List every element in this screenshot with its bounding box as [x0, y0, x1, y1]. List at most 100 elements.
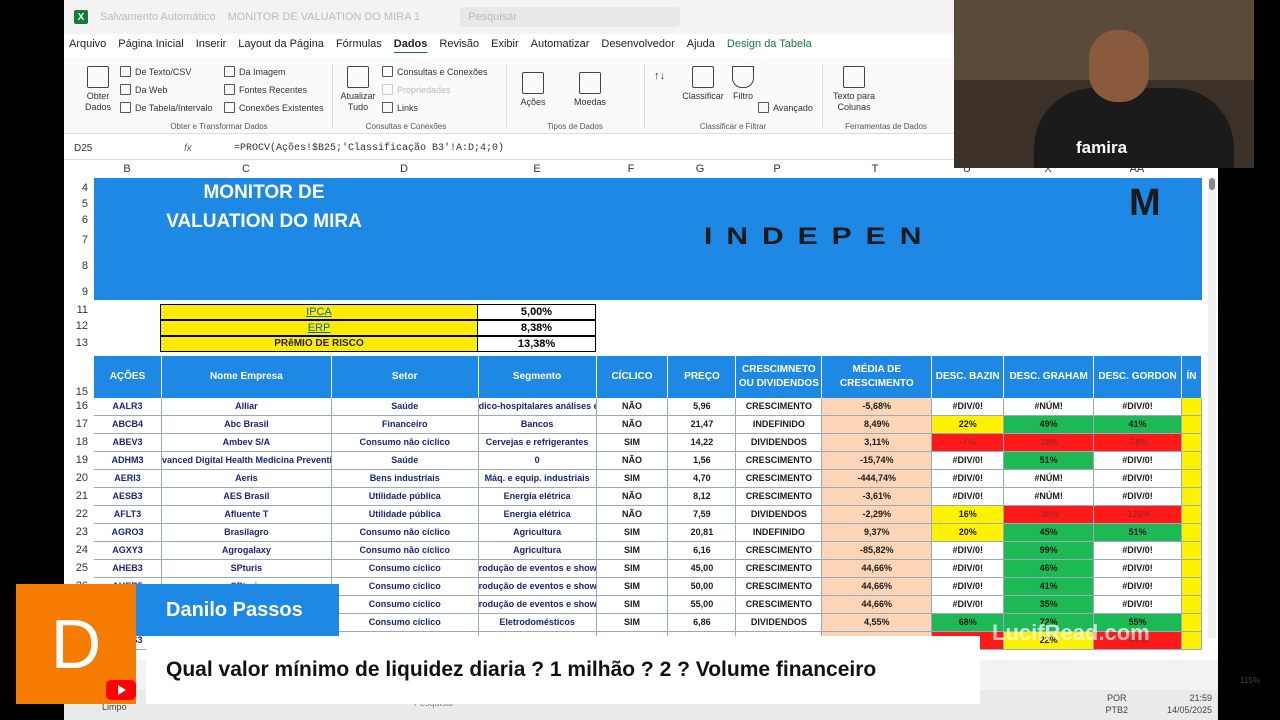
- de-texto-button[interactable]: De Texto/CSV: [120, 66, 191, 77]
- cell-gr[interactable]: 51%: [1004, 452, 1095, 469]
- cell-pr[interactable]: 45,00: [668, 560, 737, 577]
- row-number[interactable]: 11: [64, 304, 88, 316]
- table-header-cell[interactable]: DESC. BAZIN: [932, 356, 1005, 398]
- links-button[interactable]: Links: [382, 102, 418, 113]
- tab-3[interactable]: Layout da Página: [238, 38, 324, 58]
- cell-bz[interactable]: 22%: [932, 416, 1005, 433]
- cell-nm[interactable]: Ambev S/A: [162, 434, 332, 451]
- cell-nm[interactable]: Alliar: [162, 398, 332, 415]
- cell-cd[interactable]: CRESCIMENTO: [736, 398, 823, 415]
- cell-st[interactable]: Consumo cíclico: [332, 596, 479, 613]
- row-number[interactable]: 16: [64, 400, 88, 412]
- cell-go[interactable]: #DIV/0!: [1094, 488, 1183, 505]
- cell-pr[interactable]: 55,00: [668, 596, 737, 613]
- cell-cc[interactable]: SIM: [597, 524, 669, 541]
- column-header[interactable]: G: [696, 163, 705, 175]
- cell-index[interactable]: [1182, 524, 1202, 541]
- cell-index[interactable]: [1182, 470, 1202, 487]
- cell-cc[interactable]: NÃO: [597, 452, 669, 469]
- cell-pr[interactable]: 1,56: [668, 452, 737, 469]
- cell-index[interactable]: [1182, 542, 1202, 559]
- column-header[interactable]: F: [628, 163, 635, 175]
- row-number[interactable]: 25: [64, 562, 88, 574]
- row-number[interactable]: 6: [64, 214, 88, 226]
- cell-index[interactable]: [1182, 416, 1202, 433]
- cell-sg[interactable]: dico-hospitalares análises e: [479, 398, 597, 415]
- cell-sg[interactable]: Agricultura: [479, 524, 597, 541]
- cell-pr[interactable]: 8,12: [668, 488, 737, 505]
- cell-index[interactable]: [1182, 578, 1202, 595]
- da-imagem-button[interactable]: Da Imagem: [224, 66, 286, 77]
- search-box[interactable]: Pesquisar: [460, 7, 681, 27]
- tab-9[interactable]: Desenvolvedor: [601, 38, 674, 58]
- cell-index[interactable]: [1182, 506, 1202, 523]
- cell-gr[interactable]: #NÚM!: [1004, 470, 1095, 487]
- cell-cd[interactable]: INDEFINIDO: [736, 416, 823, 433]
- cell-sg[interactable]: Máq. e equip. industriais: [479, 470, 597, 487]
- cell-gr[interactable]: 49%: [1004, 416, 1095, 433]
- cell-go[interactable]: 41%: [1094, 416, 1183, 433]
- avancado-button[interactable]: Avançado: [758, 102, 813, 113]
- tab-0[interactable]: Arquivo: [69, 38, 106, 58]
- cell-md[interactable]: -85,82%: [822, 542, 933, 559]
- tab-10[interactable]: Ajuda: [687, 38, 715, 58]
- cell-cc[interactable]: SIM: [597, 560, 669, 577]
- tab-8[interactable]: Automatizar: [531, 38, 590, 58]
- table-header-cell[interactable]: Nome Empresa: [162, 356, 332, 398]
- cell-md[interactable]: 9,37%: [822, 524, 933, 541]
- tab-11[interactable]: Design da Tabela: [727, 38, 812, 58]
- moedas-button[interactable]: Moedas: [570, 72, 610, 108]
- cell-sg[interactable]: Eletrodomésticos: [479, 614, 597, 631]
- row-number[interactable]: 22: [64, 508, 88, 520]
- table-header-cell[interactable]: Segmento: [479, 356, 597, 398]
- row-number[interactable]: 9: [64, 286, 88, 298]
- cell-cc[interactable]: NÃO: [597, 488, 669, 505]
- table-header-cell[interactable]: DESC. GRAHAM: [1004, 356, 1095, 398]
- cell-tk[interactable]: AESB3: [94, 488, 162, 505]
- cell-cd[interactable]: DIVIDENDOS: [736, 506, 823, 523]
- tab-2[interactable]: Inserir: [196, 38, 227, 58]
- obter-dados-button[interactable]: Obter Dados: [80, 66, 116, 113]
- param-value[interactable]: 13,38%: [478, 336, 596, 352]
- cell-st[interactable]: Consumo não cíclico: [332, 524, 479, 541]
- cell-index[interactable]: [1182, 434, 1202, 451]
- cell-bz[interactable]: 20%: [932, 524, 1005, 541]
- cell-go[interactable]: #DIV/0!: [1094, 452, 1183, 469]
- cell-sg[interactable]: rodução de eventos e show: [479, 578, 597, 595]
- cell-sg[interactable]: Agricultura: [479, 542, 597, 559]
- cell-cd[interactable]: CRESCIMENTO: [736, 488, 823, 505]
- cell-tk[interactable]: AALR3: [94, 398, 162, 415]
- cell-cc[interactable]: SIM: [597, 434, 669, 451]
- cell-go[interactable]: #DIV/0!: [1094, 596, 1183, 613]
- cell-gr[interactable]: -35%: [1004, 506, 1095, 523]
- cell-st[interactable]: Utilidade pública: [332, 488, 479, 505]
- cell-gr[interactable]: 99%: [1004, 542, 1095, 559]
- cell-tk[interactable]: AFLT3: [94, 506, 162, 523]
- cell-index[interactable]: [1182, 452, 1202, 469]
- cell-cd[interactable]: CRESCIMENTO: [736, 560, 823, 577]
- cell-cd[interactable]: INDEFINIDO: [736, 524, 823, 541]
- cell-cc[interactable]: SIM: [597, 614, 669, 631]
- cell-tk[interactable]: AERI3: [94, 470, 162, 487]
- consultas-conexoes-button[interactable]: Consultas e Conexões: [382, 66, 488, 77]
- cell-st[interactable]: Consumo não cíclico: [332, 542, 479, 559]
- tab-4[interactable]: Fórmulas: [336, 38, 382, 58]
- tab-7[interactable]: Exibir: [491, 38, 519, 58]
- zoom-level[interactable]: 115%: [1240, 676, 1260, 685]
- column-header[interactable]: B: [123, 163, 130, 175]
- cell-nm[interactable]: SPturis: [162, 560, 332, 577]
- cell-cd[interactable]: DIVIDENDOS: [736, 614, 823, 631]
- cell-sg[interactable]: 0: [479, 452, 597, 469]
- cell-go[interactable]: #DIV/0!: [1094, 578, 1183, 595]
- language-indicator[interactable]: POR PTB2: [1105, 692, 1128, 716]
- cell-nm[interactable]: AES Brasil: [162, 488, 332, 505]
- cell-bz[interactable]: #DIV/0!: [932, 470, 1005, 487]
- cell-index[interactable]: [1182, 632, 1202, 649]
- cell-md[interactable]: -444,74%: [822, 470, 933, 487]
- cell-index[interactable]: [1182, 398, 1202, 415]
- cell-md[interactable]: -5,68%: [822, 398, 933, 415]
- row-number[interactable]: 4: [64, 182, 88, 194]
- cell-go[interactable]: -78%: [1094, 434, 1183, 451]
- cell-index[interactable]: [1182, 560, 1202, 577]
- row-number[interactable]: 5: [64, 198, 88, 210]
